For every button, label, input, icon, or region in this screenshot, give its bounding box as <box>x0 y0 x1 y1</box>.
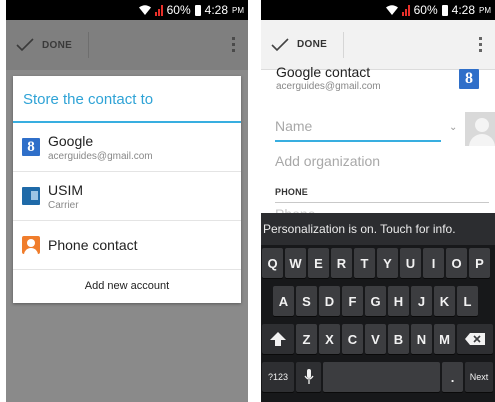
key[interactable]: A <box>273 286 294 316</box>
signal-icon <box>154 4 163 16</box>
wifi-icon <box>138 5 151 15</box>
account-header: Google contact acerguides@gmail.com 8 <box>261 59 495 103</box>
add-new-account-button[interactable]: Add new account <box>13 270 241 301</box>
key[interactable]: M <box>434 324 455 354</box>
period-key[interactable]: . <box>442 362 463 392</box>
status-bar: 60% 4:28 PM <box>6 0 248 20</box>
option-label: Google <box>48 132 94 149</box>
name-field[interactable]: Name <box>275 114 441 142</box>
key[interactable]: O <box>446 248 467 278</box>
space-bar[interactable] <box>323 362 440 392</box>
dialog-title: Store the contact to <box>13 76 241 123</box>
key[interactable]: L <box>457 286 478 316</box>
overflow-menu-icon[interactable] <box>232 37 236 52</box>
key[interactable]: F <box>342 286 363 316</box>
option-phone-contact[interactable]: Phone contact <box>13 221 241 270</box>
key[interactable]: W <box>285 248 306 278</box>
option-sublabel: Carrier <box>48 199 79 211</box>
shift-icon[interactable] <box>262 324 294 354</box>
backspace-icon[interactable] <box>457 324 493 354</box>
contact-photo-icon[interactable] <box>465 112 495 146</box>
signal-icon <box>401 4 410 16</box>
organization-field[interactable]: Add organization <box>275 153 380 169</box>
personalization-notice[interactable]: Personalization is on. Touch for info. <box>261 213 495 245</box>
sim-card-icon <box>22 187 40 205</box>
check-icon <box>271 37 289 51</box>
keyboard-row-1: Q W E R T Y U I O P <box>261 248 495 281</box>
left-screen-store-contact: 60% 4:28 PM DONE Store the contact to 8 G… <box>6 0 248 402</box>
option-usim[interactable]: USIM Carrier <box>13 172 241 221</box>
phone-contact-icon <box>22 236 40 254</box>
clock: 4:28 <box>204 3 228 17</box>
key[interactable]: X <box>319 324 340 354</box>
key[interactable]: S <box>296 286 317 316</box>
google-account-icon: 8 <box>459 69 479 89</box>
key[interactable]: U <box>400 248 421 278</box>
keyboard: Personalization is on. Touch for info. Q… <box>261 213 495 402</box>
option-label: Phone contact <box>48 237 138 253</box>
battery-percent: 60% <box>166 3 191 17</box>
phone-section-header: PHONE <box>275 187 309 197</box>
clock-ampm: PM <box>232 5 244 15</box>
status-bar: 60% 4:28 PM <box>261 0 495 20</box>
next-key[interactable]: Next <box>465 362 493 392</box>
check-icon <box>16 38 34 52</box>
key[interactable]: N <box>411 324 432 354</box>
chevron-down-icon[interactable]: ⌄ <box>449 122 457 133</box>
key[interactable]: B <box>388 324 409 354</box>
clock-ampm: PM <box>479 5 491 15</box>
clock: 4:28 <box>451 3 475 17</box>
key[interactable]: Q <box>262 248 283 278</box>
store-contact-dialog: Store the contact to 8 Google acerguides… <box>13 76 241 303</box>
done-button[interactable]: DONE <box>6 20 88 70</box>
key[interactable]: K <box>434 286 455 316</box>
keyboard-row-4: ?123 . Next <box>261 362 495 395</box>
done-label: DONE <box>297 39 328 50</box>
right-screen-new-contact: 60% 4:28 PM DONE Google contact acerguide… <box>261 0 495 402</box>
wifi-icon <box>385 5 398 15</box>
action-divider <box>343 31 345 58</box>
key[interactable]: E <box>308 248 329 278</box>
battery-percent: 60% <box>413 3 438 17</box>
option-label: USIM <box>48 181 83 198</box>
section-divider <box>275 202 489 203</box>
symbols-key[interactable]: ?123 <box>262 362 294 392</box>
keyboard-row-3: Z X C V B N M <box>261 324 495 357</box>
done-label: DONE <box>42 39 73 51</box>
google-account-icon: 8 <box>22 138 40 156</box>
battery-icon <box>194 4 201 16</box>
key[interactable]: P <box>469 248 490 278</box>
keyboard-row-2: A S D F G H J K L <box>261 286 495 319</box>
key[interactable]: D <box>319 286 340 316</box>
key[interactable]: T <box>354 248 375 278</box>
key[interactable]: R <box>331 248 352 278</box>
key[interactable]: V <box>365 324 386 354</box>
option-google[interactable]: 8 Google acerguides@gmail.com <box>13 123 241 172</box>
key[interactable]: J <box>411 286 432 316</box>
key[interactable]: H <box>388 286 409 316</box>
option-sublabel: acerguides@gmail.com <box>48 150 153 162</box>
key[interactable]: C <box>342 324 363 354</box>
battery-icon <box>441 4 448 16</box>
name-row: Name ⌄ <box>271 110 495 146</box>
key[interactable]: G <box>365 286 386 316</box>
microphone-icon[interactable] <box>296 362 321 392</box>
key[interactable]: Z <box>296 324 317 354</box>
key[interactable]: I <box>423 248 444 278</box>
action-bar: DONE <box>6 20 248 70</box>
action-divider <box>88 32 90 58</box>
overflow-menu-icon[interactable] <box>479 37 483 52</box>
key[interactable]: Y <box>377 248 398 278</box>
